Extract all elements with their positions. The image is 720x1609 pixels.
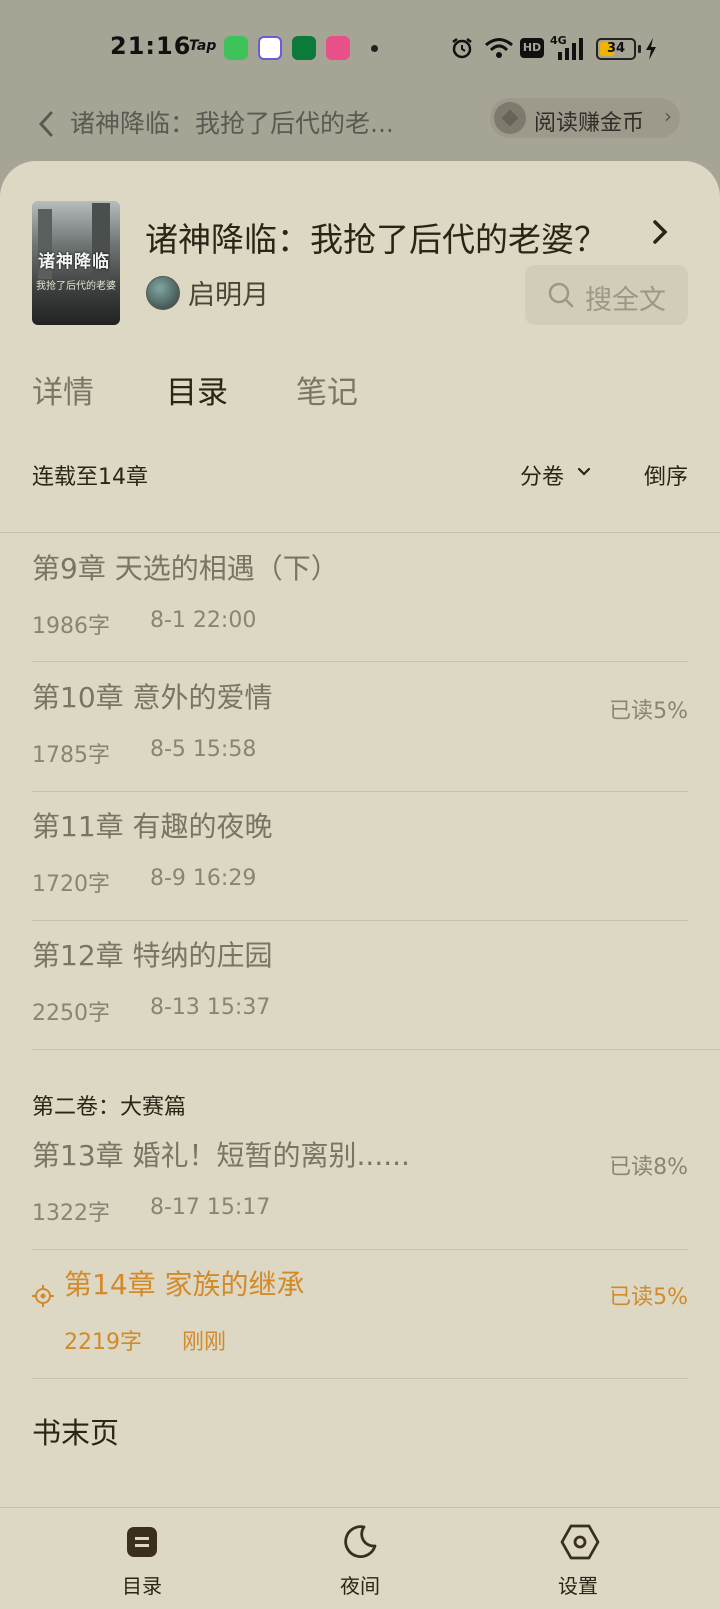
search-label: 搜全文 <box>585 285 666 316</box>
chapter-date: 8-9 16:29 <box>150 866 257 891</box>
divider <box>32 1378 688 1379</box>
chapter-word-count: 2250字 <box>32 1001 110 1026</box>
back-icon[interactable] <box>36 110 56 138</box>
chapter-date: 刚刚 <box>182 1330 227 1355</box>
notification-dot-icon <box>371 45 378 52</box>
serial-status: 连载至14章 <box>32 465 148 490</box>
reader-title: 诸神降临：我抢了后代的老... <box>70 109 394 138</box>
divider <box>32 920 688 921</box>
book-title[interactable]: 诸神降临：我抢了后代的老婆？ <box>145 213 607 261</box>
toc-icon <box>127 1527 157 1557</box>
full-text-search-button[interactable]: 搜全文 <box>525 265 688 325</box>
chapter-date: 8-5 15:58 <box>150 737 257 762</box>
battery-level: 34 <box>606 41 626 56</box>
wifi-icon <box>485 38 513 58</box>
tab-toc[interactable]: 目录 <box>166 367 228 412</box>
nebula-app-icon <box>258 36 282 60</box>
battery-icon: 34 <box>596 38 636 60</box>
chapter-word-count: 1785字 <box>32 743 110 768</box>
chapter-progress: 已读8% <box>609 1155 688 1180</box>
chevron-down-icon[interactable] <box>577 467 591 477</box>
status-time: 21:16 <box>110 32 192 60</box>
charging-icon <box>646 38 656 60</box>
nav-toc[interactable]: 目录 <box>62 1508 222 1609</box>
settings-icon <box>560 1524 600 1560</box>
reader-header: 诸神降临：我抢了后代的老... 阅读赚金币 › <box>0 96 720 166</box>
chapter-date: 8-1 22:00 <box>150 608 257 633</box>
divider <box>0 532 720 533</box>
book-cover[interactable]: 诸神降临 我抢了后代的老婆 <box>32 201 120 325</box>
reverse-order-button[interactable]: 倒序 <box>644 459 688 491</box>
earn-coins-button[interactable]: 阅读赚金币 › <box>490 98 680 138</box>
chevron-right-icon[interactable] <box>652 219 668 245</box>
pink-app-icon <box>326 36 350 60</box>
moon-icon <box>344 1525 377 1559</box>
chapter-progress: 已读5% <box>609 699 688 724</box>
toc-sheet: 诸神降临 我抢了后代的老婆 诸神降临：我抢了后代的老婆？ 启明月 搜全文 详情 … <box>0 161 720 1608</box>
chapter-title: 第13章 婚礼！短暂的离别...... <box>32 1139 410 1172</box>
bottom-nav: 目录 夜间 设置 <box>0 1507 720 1609</box>
nav-night-mode[interactable]: 夜间 <box>280 1508 440 1609</box>
chapter-progress: 已读5% <box>609 1285 688 1310</box>
cover-subtitle: 我抢了后代的老婆 <box>36 281 116 292</box>
author-avatar <box>146 276 180 310</box>
nav-settings-label: 设置 <box>558 1574 598 1598</box>
chevron-right-icon: › <box>664 104 672 128</box>
cover-title: 诸神降临 <box>38 252 110 272</box>
alarm-icon <box>452 38 472 59</box>
chapter-word-count: 1986字 <box>32 614 110 639</box>
status-bar: 21:16 Tap HD 4G 34 <box>0 0 720 96</box>
tab-details[interactable]: 详情 <box>32 367 94 412</box>
nav-night-label: 夜间 <box>340 1574 380 1598</box>
divider <box>32 791 688 792</box>
locate-icon <box>32 1285 54 1307</box>
chapter-word-count: 1720字 <box>32 872 110 897</box>
search-icon <box>548 282 574 308</box>
chapter-date: 8-13 15:37 <box>150 995 271 1020</box>
tab-notes[interactable]: 笔记 <box>296 367 358 412</box>
chapter-title: 第9章 天选的相遇（下） <box>32 552 339 585</box>
nav-settings[interactable]: 设置 <box>498 1508 658 1609</box>
earn-coins-label: 阅读赚金币 <box>534 111 645 136</box>
chapter-title: 第10章 意外的爱情 <box>32 681 273 714</box>
chapter-word-count: 2219字 <box>64 1330 142 1355</box>
oppo-app-icon <box>292 36 316 60</box>
nav-toc-label: 目录 <box>122 1574 162 1598</box>
divider <box>32 661 688 662</box>
divider <box>32 1249 688 1250</box>
chapter-title: 第11章 有趣的夜晚 <box>32 810 273 843</box>
chapter-title: 第14章 家族的继承 <box>64 1268 305 1301</box>
chapter-title: 第12章 特纳的庄园 <box>32 939 273 972</box>
coin-icon <box>494 102 526 134</box>
chapter-date: 8-17 15:17 <box>150 1195 271 1220</box>
chapter-word-count: 1322字 <box>32 1201 110 1226</box>
hd-icon: HD <box>520 38 544 58</box>
signal-icon <box>558 38 583 60</box>
author-name[interactable]: 启明月 <box>188 273 269 312</box>
split-volume-button[interactable]: 分卷 <box>520 459 564 491</box>
volume-title: 第二卷：大赛篇 <box>32 1095 187 1120</box>
end-page-item[interactable]: 书末页 <box>32 1410 119 1452</box>
android-app-icon <box>224 36 248 60</box>
divider <box>32 1049 720 1050</box>
tap-app-icon: Tap <box>189 38 217 54</box>
